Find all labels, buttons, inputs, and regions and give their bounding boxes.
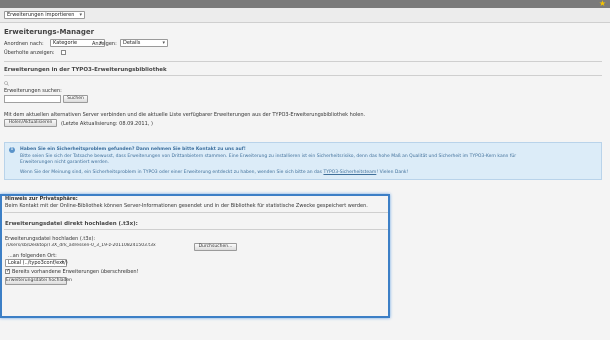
obsolete-checkbox[interactable]	[61, 50, 66, 55]
location-select[interactable]: Lokal (../typo3conf/ext/)	[5, 259, 68, 267]
overwrite-checkbox[interactable]	[5, 268, 10, 274]
info-line-3: Wenn Sie der Meinung sind, ein Sicherhei…	[20, 170, 408, 175]
show-label: Anzeigen:	[92, 41, 117, 47]
browse-button[interactable]: Durchsuchen...	[194, 243, 237, 251]
privacy-title: Hinweis zur Privatsphäre:	[5, 196, 78, 202]
divider	[4, 75, 602, 76]
divider	[4, 61, 602, 62]
function-menu-select[interactable]: Erweiterungen importieren	[4, 11, 85, 19]
info-line-3-prefix: Wenn Sie der Meinung sind, ein Sicherhei…	[20, 170, 323, 175]
repository-description: Mit dem aktuellen alternativen Server ve…	[4, 112, 366, 118]
info-icon: i	[9, 147, 15, 153]
search-input[interactable]	[4, 95, 61, 103]
overwrite-label: Bereits vorhandene Erweiterungen übersch…	[12, 269, 139, 275]
file-label: Erweiterungsdatei hochladen (.t3x):	[5, 236, 96, 242]
security-team-link[interactable]: TYPO3-Sicherheitsteam	[323, 170, 376, 175]
file-path-field[interactable]: /Users/sb/Desktop/T3X_drk_adressen-0_3_1…	[5, 243, 191, 251]
info-line-2: Erweiterungen nicht garantiert werden.	[20, 160, 110, 165]
star-icon[interactable]: ★	[599, 0, 606, 8]
search-label: Erweiterungen suchen:	[4, 88, 62, 94]
last-update-text: (Letzte Aktualisierung: 08.09.2011, )	[61, 121, 153, 127]
upload-heading: Erweiterungsdatei direkt hochladen (.t3x…	[5, 221, 138, 227]
repository-heading: Erweiterungen in der TYPO3-Erweiterungsb…	[4, 67, 167, 73]
search-button[interactable]: Suchen	[63, 95, 88, 103]
show-select[interactable]: Details	[120, 39, 168, 47]
update-button[interactable]: Holen/Aktualisieren	[4, 119, 57, 127]
upload-submit-button[interactable]: Erweiterungsdatei hochladen	[5, 277, 72, 285]
info-line-3-suffix: ! Vielen Dank!	[376, 170, 409, 175]
info-line-1: Bitte seien Sie sich der Tatsache bewuss…	[20, 154, 517, 159]
privacy-text: Beim Kontakt mit der Online-Bibliothek k…	[5, 203, 368, 209]
security-info-box: i Haben Sie ein Sicherheitsproblem gefun…	[4, 142, 602, 180]
top-bar: ★	[0, 0, 610, 8]
divider	[4, 229, 388, 230]
sort-label: Anordnen nach:	[4, 41, 44, 47]
info-title: Haben Sie ein Sicherheitsproblem gefunde…	[20, 147, 246, 152]
divider	[4, 212, 388, 213]
page-title: Erweiterungs-Manager	[4, 28, 95, 36]
search-icon	[4, 81, 9, 86]
main-content: Erweiterungs-Manager Anordnen nach: Kate…	[0, 23, 610, 340]
module-toolbar: Erweiterungen importieren	[0, 8, 610, 23]
obsolete-label: Überholte anzeigen:	[4, 50, 55, 56]
